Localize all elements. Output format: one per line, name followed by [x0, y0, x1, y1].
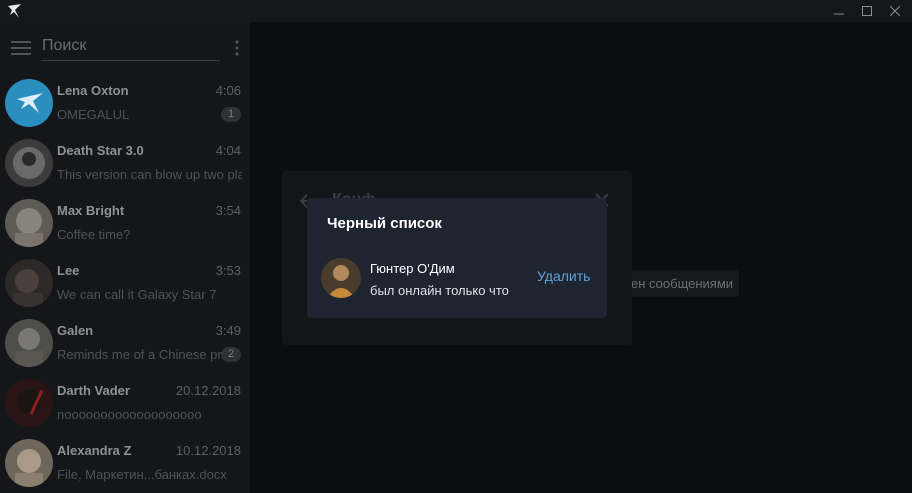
blacklist-dialog: Черный список Гюнтер О'Дим был онлайн то… [307, 198, 607, 318]
chat-name: Alexandra Z [57, 443, 132, 458]
chat-name: Lee [57, 263, 80, 278]
chat-last-message: We can call it Galaxy Star 7 [57, 287, 217, 302]
minimize-button[interactable] [824, 0, 854, 22]
avatar [5, 79, 53, 127]
blocked-user-status: был онлайн только что [370, 283, 509, 298]
chat-name: Max Bright [57, 203, 125, 218]
maximize-button[interactable] [852, 0, 882, 22]
avatar [321, 258, 361, 298]
chat-item-death-star[interactable]: Death Star 3.0 4:04 This version can blo… [0, 134, 250, 194]
unread-badge: 2 [221, 347, 241, 362]
avatar [5, 319, 53, 367]
chat-last-message: File, Маркетин...банках.docx [57, 467, 227, 482]
hamburger-menu-icon[interactable] [11, 40, 33, 56]
chat-time: 3:53 [215, 263, 241, 278]
chat-item-galen[interactable]: Galen 3:49 Reminds me of a Chinese pro 2 [0, 314, 250, 374]
title-bar [0, 0, 912, 22]
chat-time: 3:54 [215, 203, 241, 218]
chat-item-alexandra-z[interactable]: Alexandra Z 10.12.2018 File, Маркетин...… [0, 434, 250, 493]
chat-time: 3:49 [215, 323, 241, 338]
chat-time: 4:06 [215, 83, 241, 98]
dialog-title: Черный список [327, 215, 442, 232]
chat-last-message: This version can blow up two pla [57, 167, 242, 182]
chat-item-lee[interactable]: Lee 3:53 We can call it Galaxy Star 7 [0, 254, 250, 314]
sidebar-header: Поиск [0, 22, 250, 72]
remove-button[interactable]: Удалить [537, 268, 590, 284]
search-input[interactable]: Поиск [41, 34, 220, 61]
chat-last-message: nooooooooooooooooooo [57, 407, 202, 422]
chat-item-lena-oxton[interactable]: Lena Oxton 4:06 OMEGALUL 1 [0, 74, 250, 134]
photo-avatar-icon [15, 449, 43, 487]
photo-avatar-icon [15, 208, 43, 247]
bird-avatar-icon [17, 93, 43, 113]
chat-item-darth-vader[interactable]: Darth Vader 20.12.2018 noooooooooooooooo… [0, 374, 250, 434]
chat-time: 4:04 [215, 143, 241, 158]
photo-avatar-icon [13, 147, 45, 179]
chat-item-max-bright[interactable]: Max Bright 3:54 Coffee time? [0, 194, 250, 254]
chat-name: Galen [57, 323, 94, 338]
sidebar: Поиск Lena Oxton 4:06 OMEGALUL 1 Death S… [0, 22, 250, 493]
close-window-button[interactable] [880, 0, 910, 22]
avatar [5, 379, 53, 427]
maximize-icon [862, 6, 872, 16]
telegram-logo-icon [8, 4, 21, 18]
avatar [5, 439, 53, 487]
avatar [5, 259, 53, 307]
avatar [5, 199, 53, 247]
chat-last-message: Coffee time? [57, 227, 131, 242]
blocked-user-name: Гюнтер О'Дим [370, 261, 455, 276]
chat-time: 10.12.2018 [175, 443, 241, 458]
photo-avatar-icon [13, 269, 43, 307]
unread-badge: 1 [221, 107, 241, 122]
service-message-pill: ен сообщениями [619, 270, 739, 297]
photo-avatar-icon [321, 258, 361, 298]
minimize-icon [834, 13, 844, 15]
chat-name: Darth Vader [57, 383, 130, 398]
chat-time: 20.12.2018 [175, 383, 241, 398]
photo-avatar-icon [15, 328, 43, 367]
chat-name: Lena Oxton [57, 83, 129, 98]
chat-last-message: Reminds me of a Chinese pro [57, 347, 229, 362]
photo-avatar-icon [17, 389, 44, 415]
avatar [5, 139, 53, 187]
service-message-text: ен сообщениями [631, 276, 734, 291]
more-vertical-icon[interactable] [232, 39, 242, 57]
blocked-user-row[interactable]: Гюнтер О'Дим был онлайн только что Удали… [307, 252, 607, 306]
close-icon [890, 6, 900, 16]
chat-name: Death Star 3.0 [57, 143, 144, 158]
chat-last-message: OMEGALUL [57, 107, 130, 122]
search-placeholder: Поиск [42, 37, 87, 54]
